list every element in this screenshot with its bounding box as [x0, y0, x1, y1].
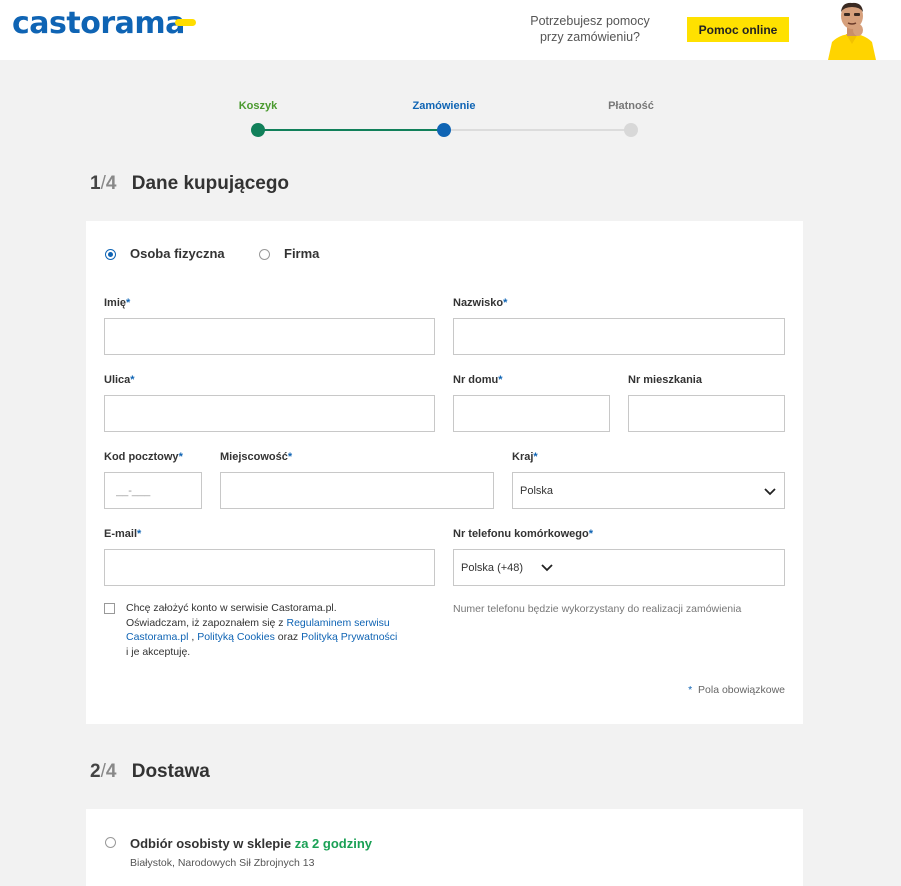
- phone-input-with-prefix[interactable]: Polska (+48): [453, 549, 785, 586]
- checkout-progress-stepper: Koszyk Zamówienie Płatność: [200, 95, 700, 145]
- city-input[interactable]: [220, 472, 494, 509]
- consent-text: Chcę założyć konto w serwisie Castorama.…: [126, 602, 398, 658]
- help-prompt-line1: Potrzebujesz pomocy: [530, 14, 650, 28]
- last-name-label: Nazwisko*: [453, 297, 508, 309]
- first-name-input[interactable]: [104, 318, 435, 355]
- email-input[interactable]: [104, 549, 435, 586]
- house-number-input[interactable]: [453, 395, 610, 432]
- section-number: 1: [90, 173, 101, 194]
- required-fields-note: * Pola obowiązkowe: [688, 684, 785, 696]
- step-label-order: Zamówienie: [412, 100, 476, 112]
- country-label: Kraj*: [512, 451, 538, 463]
- page-header: castorama Potrzebujesz pomocy przy zamów…: [0, 0, 901, 60]
- city-label: Miejscowość*: [220, 451, 293, 463]
- progress-line-done: [258, 129, 444, 131]
- help-prompt-line2: przy zamówieniu?: [539, 30, 641, 44]
- apartment-number-label: Nr mieszkania: [628, 374, 702, 386]
- chevron-down-icon: [764, 488, 776, 496]
- cookies-policy-link[interactable]: Polityką Cookies: [197, 631, 275, 643]
- phone-label: Nr telefonu komórkowego*: [453, 528, 593, 540]
- radio-individual-label[interactable]: Osoba fizyczna: [130, 246, 225, 261]
- section-heading: Dane kupującego: [131, 173, 290, 194]
- country-select-value: Polska: [520, 485, 554, 497]
- step-dot-order: [437, 123, 451, 137]
- postal-code-input[interactable]: [104, 472, 202, 509]
- radio-company[interactable]: [259, 249, 270, 260]
- help-agent-avatar: [822, 0, 882, 60]
- step-label-payment: Płatność: [608, 100, 654, 112]
- section-number: 2: [90, 761, 101, 782]
- progress-line-todo: [444, 129, 630, 131]
- section-title-delivery: 2/4 Dostawa: [90, 761, 210, 783]
- buyer-details-card: Osoba fizyczna Firma Imię* Nazwisko* Uli…: [86, 221, 803, 724]
- delivery-card: Odbiór osobisty w sklepie za 2 godziny B…: [86, 809, 803, 886]
- section-title-buyer: 1/4 Dane kupującego: [90, 173, 289, 195]
- section-heading: Dostawa: [131, 761, 210, 782]
- step-dot-payment: [624, 123, 638, 137]
- radio-company-label[interactable]: Firma: [284, 246, 319, 261]
- street-input[interactable]: [104, 395, 435, 432]
- chevron-down-icon[interactable]: [541, 564, 553, 572]
- help-prompt: Potrzebujesz pomocy przy zamówieniu?: [520, 13, 660, 45]
- last-name-input[interactable]: [453, 318, 785, 355]
- privacy-policy-link[interactable]: Polityką Prywatności: [301, 631, 397, 643]
- step-dot-cart[interactable]: [251, 123, 265, 137]
- online-help-button[interactable]: Pomoc online: [687, 17, 789, 42]
- apartment-number-input[interactable]: [628, 395, 785, 432]
- create-account-checkbox[interactable]: [104, 603, 115, 614]
- store-pickup-label[interactable]: Odbiór osobisty w sklepie za 2 godziny: [130, 836, 372, 851]
- phone-hint: Numer telefonu będzie wykorzystany do re…: [453, 603, 742, 615]
- radio-individual[interactable]: [105, 249, 116, 260]
- castorama-logo[interactable]: castorama: [12, 6, 185, 41]
- store-address: Białystok, Narodowych Sił Zbrojnych 13: [130, 857, 315, 869]
- street-label: Ulica*: [104, 374, 135, 386]
- logo-accent-bar: [175, 19, 196, 26]
- first-name-label: Imię*: [104, 297, 131, 309]
- section-total: 4: [105, 761, 117, 782]
- phone-prefix-select[interactable]: Polska (+48): [461, 562, 523, 574]
- email-label: E-mail*: [104, 528, 142, 540]
- step-label-cart[interactable]: Koszyk: [239, 100, 278, 112]
- country-select[interactable]: Polska: [512, 472, 785, 509]
- postal-code-label: Kod pocztowy*: [104, 451, 183, 463]
- section-total: 4: [105, 173, 117, 194]
- radio-store-pickup[interactable]: [105, 837, 116, 848]
- house-number-label: Nr domu*: [453, 374, 503, 386]
